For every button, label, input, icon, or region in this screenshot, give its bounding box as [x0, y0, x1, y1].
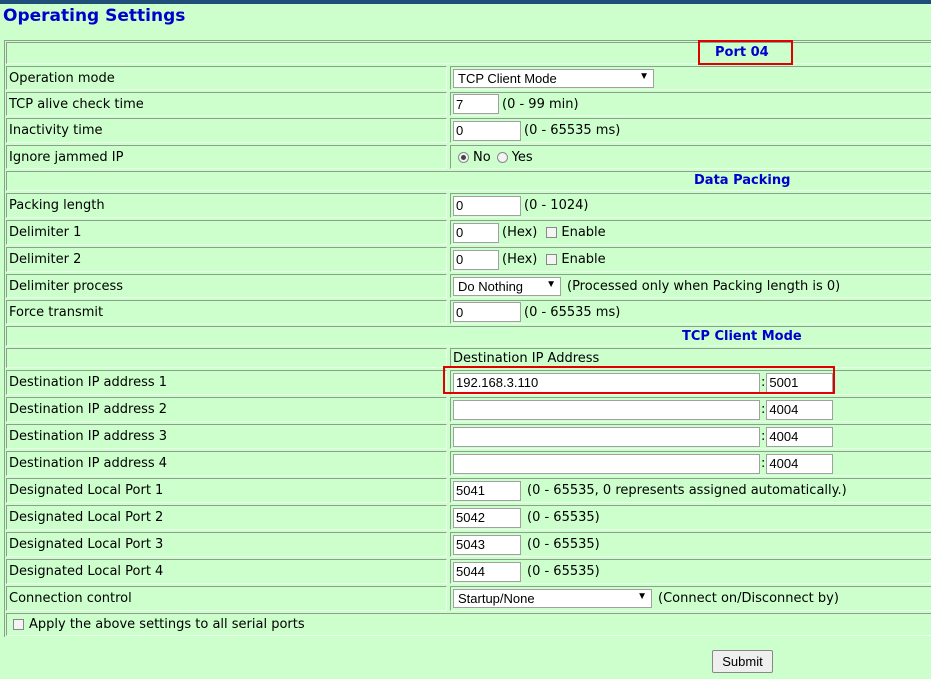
delimiter2-row: Delimiter 2 (Hex) Enable	[5, 246, 931, 273]
dest-ip-2-input[interactable]	[453, 399, 760, 420]
local-port-4-input[interactable]	[453, 561, 521, 582]
local-port-1-label: Designated Local Port 1	[6, 478, 447, 503]
ignore-jammed-yes-label: Yes	[511, 149, 533, 165]
local-port-row-1: Designated Local Port 1 (0 - 65535, 0 re…	[5, 477, 931, 504]
ignore-jammed-yes-radio[interactable]	[496, 151, 508, 163]
dest-ip-3-input[interactable]	[453, 426, 760, 447]
settings-table: Port 04 Operation mode TCP Client Mode ▼…	[4, 40, 931, 637]
dest-port-3-input[interactable]	[766, 426, 834, 447]
apply-all-row: Apply the above settings to all serial p…	[5, 612, 931, 637]
packing-length-row: Packing length (0 - 1024)	[5, 192, 931, 219]
inactivity-label: Inactivity time	[6, 118, 447, 143]
local-port-3-label: Designated Local Port 3	[6, 532, 447, 557]
ignore-jammed-row: Ignore jammed IP No Yes	[5, 144, 931, 170]
operation-mode-row: Operation mode TCP Client Mode ▼	[5, 65, 931, 91]
apply-all-checkbox[interactable]	[13, 619, 24, 630]
delimiter1-row: Delimiter 1 (Hex) Enable	[5, 219, 931, 246]
tcp-client-title: TCP Client Mode	[682, 329, 802, 344]
dest-ip-row-3: Destination IP address 3 :	[5, 423, 931, 450]
force-transmit-label: Force transmit	[6, 300, 447, 324]
connection-control-hint: (Connect on/Disconnect by)	[658, 591, 839, 606]
packing-length-input[interactable]	[453, 195, 521, 216]
local-port-row-2: Designated Local Port 2 (0 - 65535)	[5, 504, 931, 531]
delimiter-process-hint: (Processed only when Packing length is 0…	[567, 278, 841, 294]
operation-mode-label: Operation mode	[6, 66, 447, 90]
data-packing-title: Data Packing	[694, 173, 791, 188]
delimiter1-enable-label: Enable	[561, 225, 606, 240]
connection-control-select[interactable]: Startup/None ▼	[453, 589, 652, 608]
dest-ip-4-label: Destination IP address 4	[6, 451, 447, 476]
dest-ip-1-label: Destination IP address 1	[6, 370, 447, 395]
dest-ip-header: Destination IP Address	[450, 348, 931, 368]
packing-length-label: Packing length	[6, 193, 447, 218]
dest-port-4-input[interactable]	[766, 453, 834, 474]
delimiter2-label: Delimiter 2	[6, 247, 447, 272]
top-bar	[0, 0, 931, 4]
delimiter-process-row: Delimiter process Do Nothing ▼ (Processe…	[5, 273, 931, 299]
tcp-alive-input[interactable]	[453, 94, 499, 114]
dropdown-arrow-icon: ▼	[546, 278, 556, 290]
local-port-2-input[interactable]	[453, 507, 521, 528]
local-port-row-4: Designated Local Port 4 (0 - 65535)	[5, 558, 931, 585]
tcp-alive-label: TCP alive check time	[6, 92, 447, 116]
connection-control-row: Connection control Startup/None ▼ (Conne…	[5, 585, 931, 612]
dropdown-arrow-icon: ▼	[637, 591, 647, 602]
force-transmit-hint: (0 - 65535 ms)	[524, 304, 621, 320]
local-port-1-hint: (0 - 65535, 0 represents assigned automa…	[527, 483, 847, 498]
local-port-2-label: Designated Local Port 2	[6, 505, 447, 530]
force-transmit-row: Force transmit (0 - 65535 ms)	[5, 299, 931, 325]
dropdown-arrow-icon: ▼	[639, 70, 649, 82]
local-port-row-3: Designated Local Port 3 (0 - 65535)	[5, 531, 931, 558]
dest-ip-row-4: Destination IP address 4 :	[5, 450, 931, 477]
dest-ip-4-input[interactable]	[453, 453, 760, 474]
submit-button[interactable]: Submit	[712, 650, 773, 673]
delimiter2-enable-checkbox[interactable]	[546, 254, 558, 265]
connection-control-label: Connection control	[6, 586, 447, 611]
operation-mode-select[interactable]: TCP Client Mode ▼	[453, 68, 654, 88]
delimiter2-enable-label: Enable	[561, 252, 606, 267]
inactivity-row: Inactivity time (0 - 65535 ms)	[5, 117, 931, 144]
ignore-jammed-no-label: No	[473, 149, 491, 165]
local-port-4-label: Designated Local Port 4	[6, 559, 447, 584]
dest-ip-2-label: Destination IP address 2	[6, 397, 447, 422]
delimiter-process-label: Delimiter process	[6, 274, 447, 298]
local-port-2-hint: (0 - 65535)	[527, 510, 600, 525]
dest-ip-3-label: Destination IP address 3	[6, 424, 447, 449]
delimiter1-hex: (Hex)	[502, 225, 538, 240]
delimiter2-hex: (Hex)	[502, 252, 538, 267]
force-transmit-input[interactable]	[453, 302, 521, 322]
delimiter2-input[interactable]	[453, 249, 499, 270]
page-title: Operating Settings	[3, 6, 186, 26]
tcp-alive-row: TCP alive check time (0 - 99 min)	[5, 91, 931, 117]
local-port-1-input[interactable]	[453, 480, 521, 501]
inactivity-hint: (0 - 65535 ms)	[524, 123, 621, 138]
delimiter-process-select[interactable]: Do Nothing ▼	[453, 276, 561, 296]
delimiter1-label: Delimiter 1	[6, 220, 447, 245]
local-port-3-hint: (0 - 65535)	[527, 537, 600, 552]
local-port-3-input[interactable]	[453, 534, 521, 555]
packing-length-hint: (0 - 1024)	[524, 198, 589, 213]
delimiter1-input[interactable]	[453, 222, 499, 243]
dest-ip-row-2: Destination IP address 2 :	[5, 396, 931, 423]
ignore-jammed-label: Ignore jammed IP	[6, 145, 447, 169]
data-packing-header-row: Data Packing	[5, 170, 931, 192]
dest-ip-highlight-box	[443, 366, 835, 394]
delimiter1-enable-checkbox[interactable]	[546, 227, 558, 238]
apply-all-label: Apply the above settings to all serial p…	[29, 617, 305, 632]
ignore-jammed-no-radio[interactable]	[458, 151, 469, 163]
inactivity-input[interactable]	[453, 120, 521, 141]
local-port-4-hint: (0 - 65535)	[527, 564, 600, 579]
tcp-alive-hint: (0 - 99 min)	[502, 96, 579, 112]
port-highlight-box	[698, 40, 793, 65]
tcp-client-header-row: TCP Client Mode	[5, 325, 931, 347]
dest-port-2-input[interactable]	[766, 399, 834, 420]
